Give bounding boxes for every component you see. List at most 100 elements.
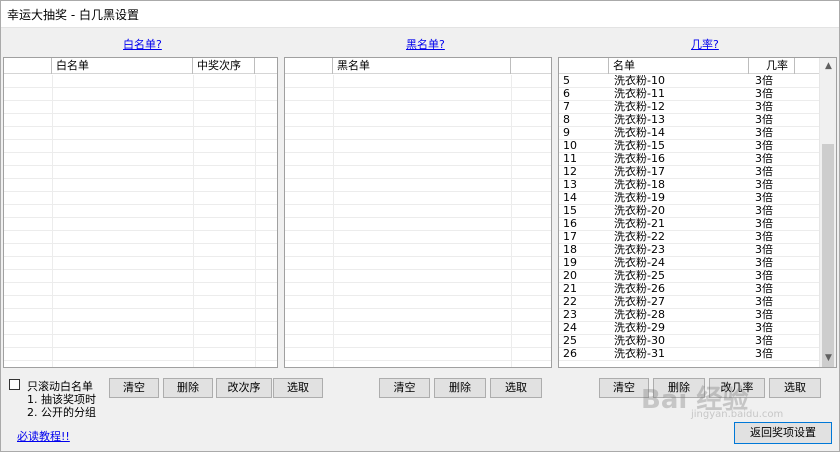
whitelist-note-2: 2. 公开的分组 [27, 406, 96, 419]
row-rate: 3倍 [755, 114, 773, 126]
row-name: 洗衣粉-29 [614, 322, 665, 334]
probability-col-index[interactable] [559, 58, 609, 74]
row-rate: 3倍 [755, 218, 773, 230]
blacklist-col-index[interactable] [285, 58, 333, 74]
whitelist-help-link[interactable]: 白名单? [123, 36, 162, 52]
whitelist-col-name[interactable]: 白名单 [52, 58, 193, 74]
blacklist-help-link[interactable]: 黑名单? [406, 36, 445, 52]
table-row[interactable]: 24 洗衣粉-29 3倍 [559, 322, 819, 335]
window-title: 幸运大抽奖 - 白几黑设置 [7, 8, 139, 22]
whitelist-header: 白名单 中奖次序 [4, 58, 277, 74]
row-name: 洗衣粉-13 [614, 114, 665, 126]
probability-col-name[interactable]: 名单 [609, 58, 749, 74]
scrollbar-thumb[interactable] [822, 144, 834, 367]
row-rate: 3倍 [755, 127, 773, 139]
table-row[interactable]: 19 洗衣粉-24 3倍 [559, 257, 819, 270]
row-index: 5 [563, 75, 570, 87]
whitelist-select-button[interactable]: 选取 [273, 378, 323, 398]
row-index: 15 [563, 205, 577, 217]
row-name: 洗衣粉-22 [614, 231, 665, 243]
return-to-prize-settings-button[interactable]: 返回奖项设置 [734, 422, 832, 444]
table-row[interactable]: 25 洗衣粉-30 3倍 [559, 335, 819, 348]
row-index: 6 [563, 88, 570, 100]
table-row[interactable]: 15 洗衣粉-20 3倍 [559, 205, 819, 218]
row-index: 17 [563, 231, 577, 243]
table-row[interactable]: 13 洗衣粉-18 3倍 [559, 179, 819, 192]
probability-select-button[interactable]: 选取 [769, 378, 821, 398]
row-index: 11 [563, 153, 577, 165]
blacklist-delete-button[interactable]: 删除 [434, 378, 486, 398]
grid-line [255, 75, 256, 367]
row-rate: 3倍 [755, 140, 773, 152]
watermark-url: jingyan.baidu.com [691, 409, 784, 420]
scroll-up-icon[interactable]: ▲ [820, 58, 836, 75]
probability-list[interactable]: 名单 几率 5 洗衣粉-10 3倍 6 洗衣粉-11 3倍 7 洗衣粉-12 3倍 8 洗衣粉-13… [558, 57, 837, 368]
grid-line [52, 75, 53, 367]
table-row[interactable]: 18 洗衣粉-23 3倍 [559, 244, 819, 257]
tutorial-link[interactable]: 必读教程!! [17, 428, 70, 444]
table-row[interactable]: 17 洗衣粉-22 3倍 [559, 231, 819, 244]
row-name: 洗衣粉-27 [614, 296, 665, 308]
row-name: 洗衣粉-15 [614, 140, 665, 152]
row-index: 8 [563, 114, 570, 126]
blacklist-col-name[interactable]: 黑名单 [333, 58, 511, 74]
row-rate: 3倍 [755, 270, 773, 282]
probability-help-link[interactable]: 几率? [691, 36, 719, 52]
grid-line [193, 75, 194, 367]
settings-window: 幸运大抽奖 - 白几黑设置 白名单? 黑名单? 几率? 白名单 中奖次序 黑名单… [0, 0, 840, 452]
blacklist-select-button[interactable]: 选取 [490, 378, 542, 398]
row-rate: 3倍 [755, 309, 773, 321]
row-rate: 3倍 [755, 257, 773, 269]
row-rate: 3倍 [755, 283, 773, 295]
whitelist-list[interactable]: 白名单 中奖次序 [3, 57, 278, 368]
table-row[interactable]: 26 洗衣粉-31 3倍 [559, 348, 819, 361]
table-row[interactable]: 21 洗衣粉-26 3倍 [559, 283, 819, 296]
blacklist-list[interactable]: 黑名单 [284, 57, 552, 368]
row-index: 7 [563, 101, 570, 113]
row-name: 洗衣粉-16 [614, 153, 665, 165]
scroll-whitelist-only-checkbox[interactable] [9, 379, 20, 390]
table-row[interactable]: 11 洗衣粉-16 3倍 [559, 153, 819, 166]
row-rate: 3倍 [755, 205, 773, 217]
table-row[interactable]: 12 洗衣粉-17 3倍 [559, 166, 819, 179]
row-name: 洗衣粉-14 [614, 127, 665, 139]
table-row[interactable]: 8 洗衣粉-13 3倍 [559, 114, 819, 127]
whitelist-clear-button[interactable]: 清空 [109, 378, 159, 398]
whitelist-col-order[interactable]: 中奖次序 [193, 58, 255, 74]
probability-col-rate[interactable]: 几率 [749, 58, 795, 74]
whitelist-delete-button[interactable]: 删除 [163, 378, 213, 398]
table-row[interactable]: 22 洗衣粉-27 3倍 [559, 296, 819, 309]
row-index: 22 [563, 296, 577, 308]
row-name: 洗衣粉-18 [614, 179, 665, 191]
table-row[interactable]: 5 洗衣粉-10 3倍 [559, 75, 819, 88]
table-row[interactable]: 23 洗衣粉-28 3倍 [559, 309, 819, 322]
row-index: 21 [563, 283, 577, 295]
row-rate: 3倍 [755, 88, 773, 100]
table-row[interactable]: 16 洗衣粉-21 3倍 [559, 218, 819, 231]
row-name: 洗衣粉-17 [614, 166, 665, 178]
scroll-down-icon[interactable]: ▼ [820, 350, 836, 367]
probability-scrollbar[interactable]: ▲ ▼ [819, 58, 836, 367]
row-index: 9 [563, 127, 570, 139]
row-index: 23 [563, 309, 577, 321]
table-row[interactable]: 20 洗衣粉-25 3倍 [559, 270, 819, 283]
row-rate: 3倍 [755, 296, 773, 308]
row-index: 25 [563, 335, 577, 347]
whitelist-change-order-button[interactable]: 改次序 [216, 378, 272, 398]
row-rate: 3倍 [755, 153, 773, 165]
row-rate: 3倍 [755, 75, 773, 87]
table-row[interactable]: 9 洗衣粉-14 3倍 [559, 127, 819, 140]
table-row[interactable]: 14 洗衣粉-19 3倍 [559, 192, 819, 205]
row-name: 洗衣粉-26 [614, 283, 665, 295]
table-row[interactable]: 7 洗衣粉-12 3倍 [559, 101, 819, 114]
row-rate: 3倍 [755, 335, 773, 347]
blacklist-clear-button[interactable]: 清空 [379, 378, 430, 398]
row-name: 洗衣粉-19 [614, 192, 665, 204]
row-index: 26 [563, 348, 577, 360]
row-index: 14 [563, 192, 577, 204]
whitelist-col-index[interactable] [4, 58, 52, 74]
table-row[interactable]: 6 洗衣粉-11 3倍 [559, 88, 819, 101]
grid-line [333, 75, 334, 367]
row-name: 洗衣粉-21 [614, 218, 665, 230]
table-row[interactable]: 10 洗衣粉-15 3倍 [559, 140, 819, 153]
